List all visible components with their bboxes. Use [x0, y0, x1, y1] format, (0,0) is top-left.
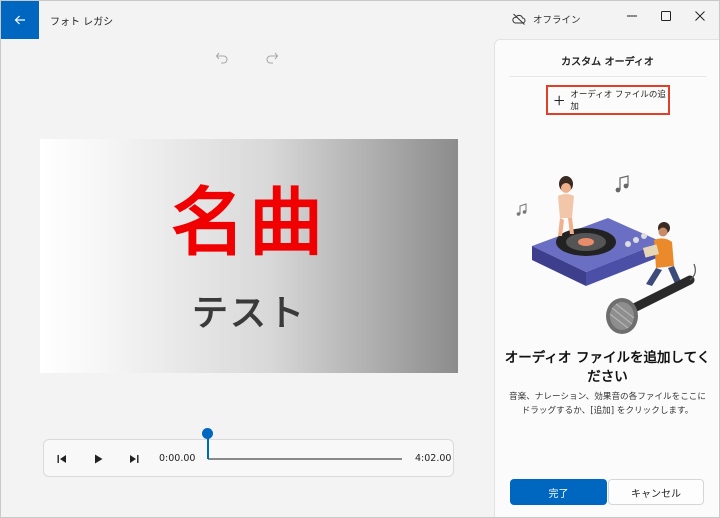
title-bar: フォト レガシ オフライン	[1, 1, 719, 39]
previous-frame-button[interactable]	[52, 449, 72, 469]
offline-status: オフライン	[512, 12, 581, 26]
add-audio-file-button[interactable]: オーディオ ファイルの追加	[546, 85, 670, 115]
undo-icon	[215, 52, 228, 64]
play-button[interactable]	[88, 449, 108, 469]
next-frame-button[interactable]	[124, 449, 144, 469]
maximize-icon	[661, 11, 671, 21]
current-time: 0:00.00	[159, 453, 196, 464]
playback-bar: 0:00.00 4:02.00	[43, 439, 454, 477]
video-preview: 名曲 テスト	[40, 139, 458, 373]
plus-icon	[554, 95, 564, 105]
close-button[interactable]	[683, 1, 717, 31]
minimize-icon	[627, 15, 637, 17]
undo-button[interactable]	[215, 50, 229, 69]
add-audio-file-label: オーディオ ファイルの追加	[570, 90, 666, 112]
preview-title-text: 名曲	[171, 180, 327, 266]
custom-audio-panel: カスタム オーディオ オーディオ ファイルの追加 オーディオ ファイルを追加して…	[494, 39, 719, 517]
preview-subtitle-text: テスト	[191, 293, 306, 334]
empty-state-heading: オーディオ ファイルを追加してください	[504, 350, 711, 385]
redo-icon	[266, 52, 279, 64]
empty-state-description: 音楽、ナレーション、効果音の各ファイルをここにドラッグするか、[追加] をクリッ…	[509, 392, 706, 416]
cloud-off-icon	[512, 13, 526, 25]
skip-back-icon	[57, 455, 66, 463]
redo-button[interactable]	[265, 50, 279, 69]
done-button[interactable]: 完了	[510, 479, 607, 505]
app-title: フォト レガシ	[50, 17, 114, 28]
maximize-button[interactable]	[649, 1, 683, 31]
offline-label: オフライン	[533, 15, 581, 26]
app-window: フォト レガシ オフライン 名曲 テスト 0:00.00 4:02.00 カスタ…	[0, 0, 720, 518]
skip-forward-icon	[130, 455, 139, 463]
cancel-button[interactable]: キャンセル	[608, 479, 704, 505]
play-icon	[95, 454, 103, 464]
seek-track[interactable]	[208, 458, 402, 460]
minimize-button[interactable]	[615, 1, 649, 31]
close-icon	[695, 11, 705, 21]
panel-title: カスタム オーディオ	[561, 57, 654, 68]
back-button[interactable]	[1, 1, 39, 39]
seek-thumb[interactable]	[202, 428, 213, 439]
arrow-left-icon	[14, 15, 25, 25]
total-time: 4:02.00	[415, 453, 452, 464]
divider	[509, 76, 706, 77]
music-illustration	[516, 175, 696, 334]
